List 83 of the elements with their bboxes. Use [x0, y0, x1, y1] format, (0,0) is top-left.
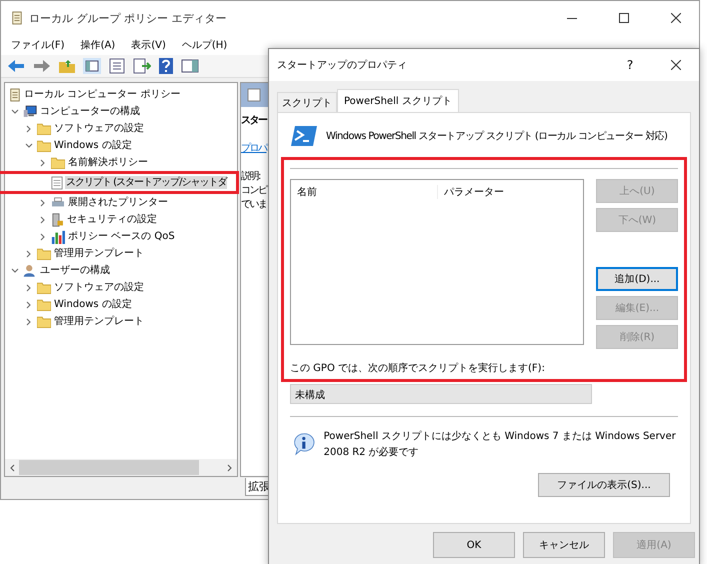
- script-list[interactable]: 名前 パラメーター: [290, 179, 584, 345]
- close-icon[interactable]: [671, 13, 681, 23]
- folder-icon: [37, 316, 51, 328]
- tree-item[interactable]: 管理用テンプレート: [53, 247, 145, 260]
- chevron-right-icon[interactable]: [25, 250, 33, 258]
- tree-item[interactable]: ソフトウェアの設定: [53, 281, 145, 294]
- menu-item[interactable]: ヘルプ(H): [180, 38, 230, 52]
- chevron-right-icon[interactable]: [39, 158, 47, 166]
- tree-item[interactable]: コンピューターの構成: [39, 105, 141, 118]
- forward-arrow-icon[interactable]: [33, 59, 51, 73]
- tree-item[interactable]: ソフトウェアの設定: [53, 122, 145, 135]
- column-header[interactable]: 名前: [297, 185, 438, 199]
- header-text: Windows PowerShell スタートアップ スクリプト (ローカル コンピューター 対応): [326, 130, 668, 143]
- menu-item[interactable]: 表示(V): [129, 38, 168, 52]
- description-text: コンピ: [241, 184, 266, 197]
- folder-icon: [37, 140, 51, 152]
- action-button[interactable]: 追加(D)...: [596, 267, 678, 291]
- help-button[interactable]: ?: [607, 50, 653, 80]
- maximize-icon[interactable]: [619, 13, 629, 23]
- order-dropdown[interactable]: 未構成: [290, 384, 592, 404]
- printer-icon: [51, 196, 65, 208]
- chevron-right-icon[interactable]: [25, 300, 33, 308]
- dialog-button[interactable]: キャンセル: [523, 532, 605, 558]
- properties-link[interactable]: プロパ: [241, 141, 266, 155]
- folder-icon: [37, 298, 51, 310]
- chevron-down-icon[interactable]: [11, 108, 19, 116]
- script-icon: [51, 176, 63, 190]
- tab[interactable]: スクリプト: [277, 92, 337, 112]
- show-files-button[interactable]: ファイルの表示(S)...: [538, 473, 670, 497]
- folder-icon: [37, 248, 51, 260]
- chevron-right-icon[interactable]: [39, 198, 47, 206]
- chevron-right-icon[interactable]: [39, 216, 47, 224]
- folder-icon: [51, 156, 65, 168]
- tree-item[interactable]: 管理用テンプレート: [53, 315, 145, 328]
- window-title: ローカル グループ ポリシー エディター: [29, 10, 228, 26]
- close-icon[interactable]: [671, 60, 681, 70]
- minimize-icon[interactable]: [567, 16, 577, 20]
- scroll-right-icon[interactable]: [227, 464, 233, 472]
- help-icon[interactable]: [159, 58, 173, 74]
- back-arrow-icon[interactable]: [7, 59, 25, 73]
- tree-item[interactable]: ポリシー ベースの QoS: [67, 230, 176, 243]
- scroll-left-icon[interactable]: [9, 464, 15, 472]
- lock-server-icon: [51, 212, 64, 226]
- column-header[interactable]: パラメーター: [438, 185, 504, 199]
- horizontal-scrollbar[interactable]: [5, 459, 237, 476]
- chevron-right-icon[interactable]: [25, 124, 33, 132]
- action-pane-icon[interactable]: [181, 58, 199, 74]
- tree-item[interactable]: ローカル コンピューター ポリシー: [23, 88, 182, 101]
- chevron-right-icon[interactable]: [39, 232, 47, 240]
- tree-item[interactable]: ユーザーの構成: [39, 264, 111, 277]
- scroll-icon: [11, 11, 23, 25]
- dialog-button[interactable]: OK: [433, 532, 515, 558]
- tree-item[interactable]: 名前解決ポリシー: [67, 156, 149, 169]
- folder-up-icon[interactable]: [59, 59, 75, 73]
- folder-icon: [37, 122, 51, 134]
- user-icon: [23, 264, 37, 277]
- chevron-down-icon[interactable]: [11, 266, 19, 274]
- powershell-icon: [290, 125, 318, 147]
- info-text: PowerShell スクリプトには少なくとも Windows 7 または Windows Server 2008 R2 が必要です: [324, 430, 677, 460]
- chevron-down-icon[interactable]: [25, 142, 33, 150]
- tree-item[interactable]: Windows の設定: [53, 298, 133, 311]
- list-icon[interactable]: [109, 58, 125, 74]
- pane-heading: スター: [241, 114, 266, 127]
- scroll-icon: [9, 88, 21, 102]
- bar-chart-icon: [51, 230, 65, 244]
- tree-pane-icon[interactable]: [83, 58, 101, 74]
- tree-item[interactable]: セキュリティの設定: [66, 213, 158, 226]
- folder-icon: [37, 282, 51, 294]
- tab[interactable]: PowerShell スクリプト: [337, 89, 459, 112]
- order-label: この GPO では、次の順序でスクリプトを実行します(F):: [290, 362, 546, 375]
- description-text: 説明:: [241, 170, 260, 183]
- description-text: でいま: [241, 198, 266, 211]
- menu-item[interactable]: 操作(A): [78, 38, 118, 52]
- tree-item[interactable]: スクリプト (スタートアップ/シャットダ: [65, 176, 228, 189]
- computer-icon: [23, 105, 37, 118]
- chevron-right-icon[interactable]: [25, 284, 33, 292]
- script-icon: [247, 88, 261, 102]
- chevron-right-icon[interactable]: [25, 318, 33, 326]
- export-icon[interactable]: [133, 58, 151, 74]
- dialog-title: スタートアップのプロパティ: [277, 58, 408, 72]
- tree-item[interactable]: Windows の設定: [53, 139, 133, 152]
- menu-item[interactable]: ファイル(F): [9, 38, 67, 52]
- tree-item[interactable]: 展開されたプリンター: [67, 196, 169, 209]
